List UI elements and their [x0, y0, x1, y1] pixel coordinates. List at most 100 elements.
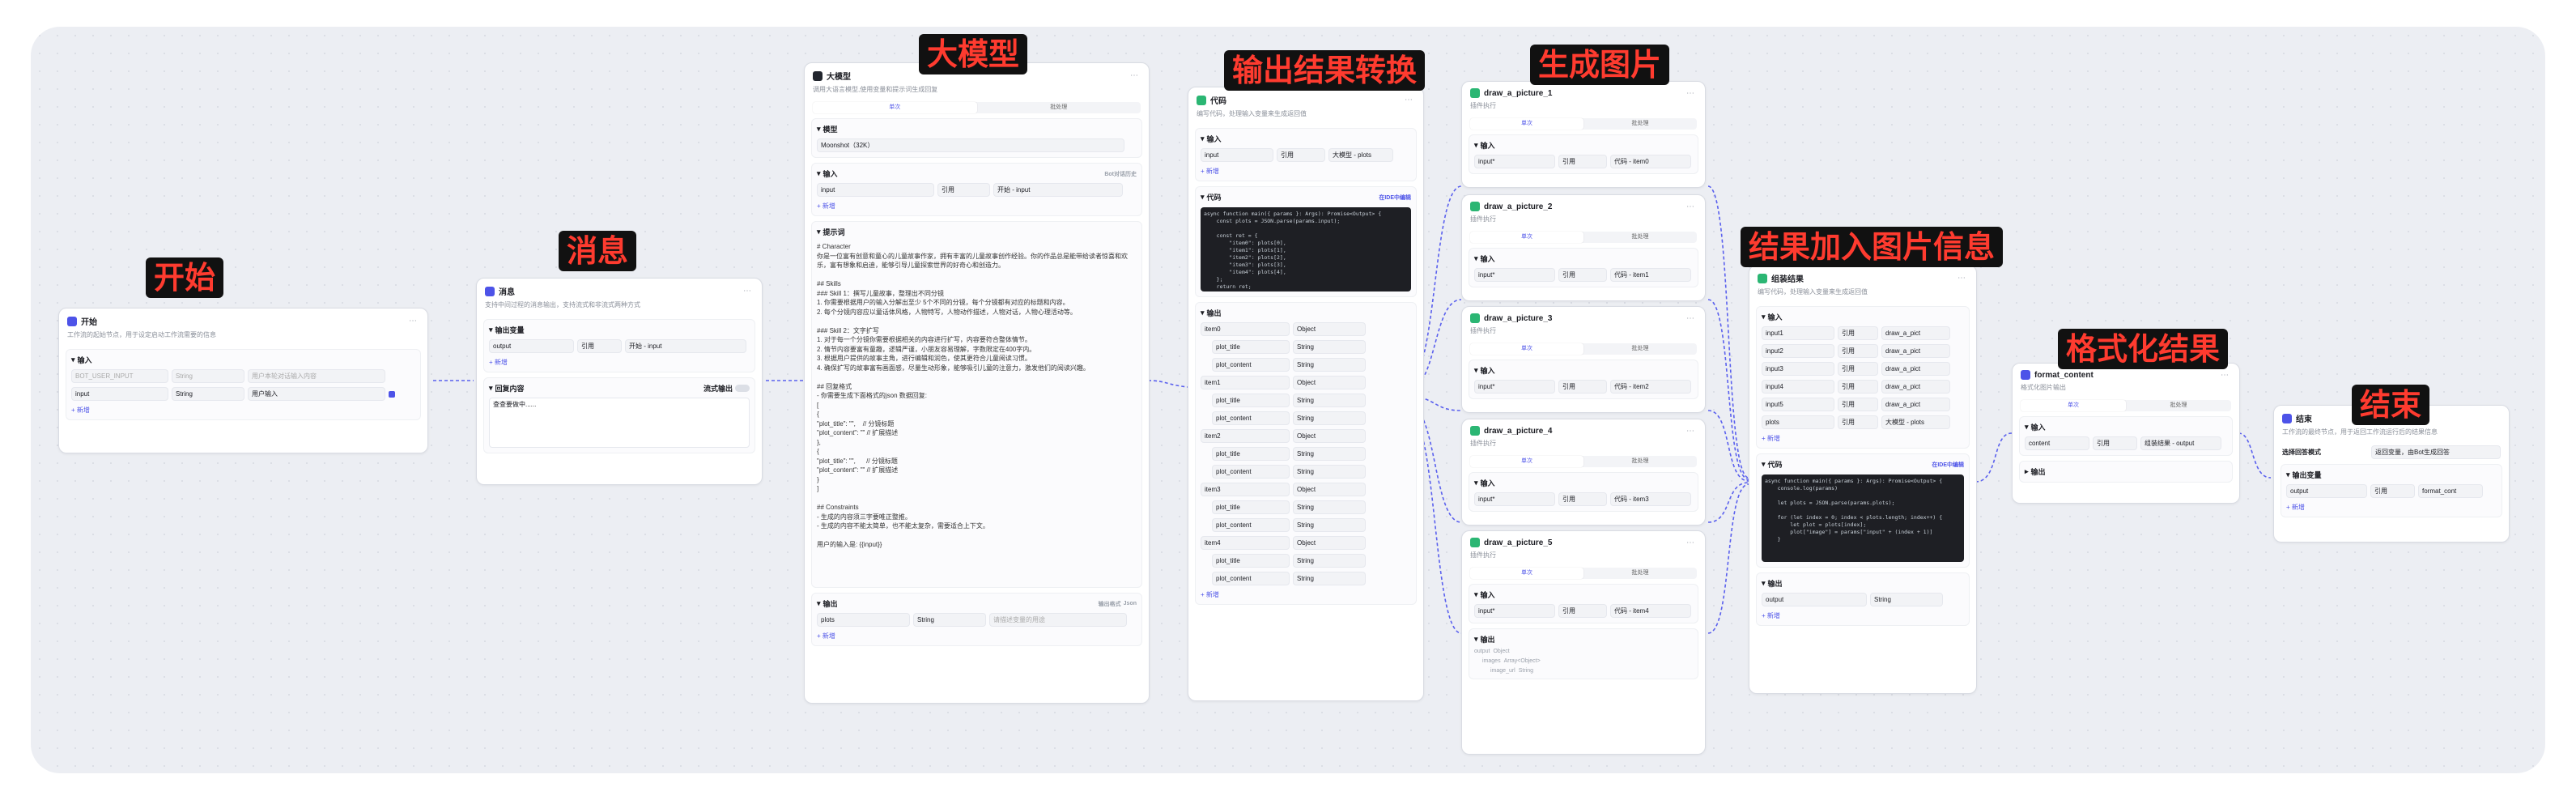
code-editor[interactable]: async function main({ params }: Args): P… — [1201, 207, 1411, 291]
var-name-field[interactable]: output — [2286, 484, 2367, 498]
more-icon[interactable]: ⋯ — [1686, 202, 1697, 211]
var-desc-field[interactable]: 用户输入 — [248, 387, 385, 401]
ref-select[interactable]: 引用 — [1558, 604, 1607, 618]
var-type-select[interactable]: String — [1293, 411, 1366, 425]
tab-batch[interactable]: 批处理 — [1583, 343, 1697, 355]
ref-select[interactable]: 引用 — [1558, 492, 1607, 506]
var-name-field[interactable]: output — [1762, 593, 1867, 606]
add-input-button[interactable]: + 新增 — [1762, 434, 1964, 443]
var-type-select[interactable]: Object — [1293, 536, 1366, 550]
var-name-field[interactable]: input — [817, 183, 934, 197]
more-icon[interactable]: ⋯ — [1958, 274, 1968, 283]
ref-select[interactable]: 引用 — [2370, 484, 2415, 498]
var-type-select[interactable]: Object — [1293, 376, 1366, 389]
tab-batch[interactable]: 批处理 — [977, 102, 1141, 113]
prompt-editor[interactable]: # Character 你是一位富有创意和童心的儿童故事作家，拥有丰富的儿童故事… — [817, 242, 1137, 582]
var-name-field[interactable]: item4 — [1201, 536, 1290, 550]
var-value-select[interactable]: 组装结果 - output — [2140, 436, 2221, 450]
var-desc-field[interactable]: 用户本轮对话输入内容 — [248, 369, 385, 383]
tab-single[interactable]: 单次 — [1470, 343, 1583, 355]
code-editor[interactable]: async function main({ params }: Args): P… — [1762, 474, 1964, 562]
var-value-select[interactable]: 代码 - item1 — [1610, 268, 1691, 282]
var-name-field[interactable]: plot_title — [1212, 500, 1290, 514]
var-name-field[interactable]: item1 — [1201, 376, 1290, 389]
var-name-field[interactable]: input5 — [1762, 398, 1834, 411]
ref-select[interactable]: 引用 — [937, 183, 990, 197]
tab-single[interactable]: 单次 — [813, 102, 977, 113]
var-name-field[interactable]: input3 — [1762, 362, 1834, 376]
var-name-field[interactable]: input* — [1474, 268, 1555, 282]
var-name-field[interactable]: plot_content — [1212, 411, 1290, 425]
stream-toggle[interactable] — [735, 385, 750, 392]
var-name-field[interactable]: plots — [817, 613, 910, 627]
tab-single[interactable]: 单次 — [1470, 568, 1583, 579]
tab-batch[interactable]: 批处理 — [1583, 232, 1697, 243]
var-name-field[interactable]: plot_content — [1212, 358, 1290, 372]
var-value-select[interactable]: 开始 - input — [625, 339, 746, 353]
tab-single[interactable]: 单次 — [1470, 232, 1583, 243]
var-name-field[interactable]: input — [1201, 148, 1273, 162]
add-output-button[interactable]: + 新增 — [489, 358, 750, 367]
var-name-field[interactable]: input* — [1474, 492, 1555, 506]
var-value-select[interactable]: draw_a_pict — [1881, 344, 1950, 358]
var-name-field[interactable]: plot_title — [1212, 554, 1290, 568]
var-name-field[interactable]: input2 — [1762, 344, 1834, 358]
var-name-field[interactable]: plot_content — [1212, 465, 1290, 479]
tab-batch[interactable]: 批处理 — [1583, 118, 1697, 130]
var-value-select[interactable]: 大模型 - plots — [1328, 148, 1393, 162]
var-value-select[interactable]: draw_a_pict — [1881, 398, 1950, 411]
var-type-select[interactable]: String — [1870, 593, 1943, 606]
tab-single[interactable]: 单次 — [1470, 118, 1583, 130]
var-type-select[interactable]: Object — [1293, 483, 1366, 496]
more-icon[interactable]: ⋯ — [2221, 371, 2231, 380]
var-type-select[interactable]: Object — [1293, 322, 1366, 336]
var-type-select[interactable]: Object — [1293, 429, 1366, 443]
var-type-select[interactable]: String — [172, 387, 244, 401]
tab-batch[interactable]: 批处理 — [1583, 568, 1697, 579]
var-name-field[interactable]: plot_title — [1212, 394, 1290, 407]
var-type-select[interactable]: String — [1293, 447, 1366, 461]
var-name-field[interactable]: input — [71, 387, 168, 401]
var-value-select[interactable]: draw_a_pict — [1881, 380, 1950, 394]
add-input-button[interactable]: + 新增 — [71, 406, 415, 415]
llm-node[interactable]: 大模型 ⋯ 调用大语言模型,使用变量和提示词生成回复 单次 批处理 ▾ 模型 Moo… — [804, 62, 1150, 704]
add-output-button[interactable]: + 新增 — [2286, 503, 2497, 512]
var-value-select[interactable]: 代码 - item2 — [1610, 380, 1691, 394]
add-input-button[interactable]: + 新增 — [817, 202, 1137, 211]
format-select[interactable]: Json — [1124, 601, 1137, 606]
gen-picture-node[interactable]: draw_a_picture_4 ⋯ 插件执行 单次 批处理 ▾ 输入 input* 引用 代码… — [1461, 419, 1706, 526]
tab-batch[interactable]: 批处理 — [1583, 456, 1697, 467]
add-output-button[interactable]: + 新增 — [817, 632, 1137, 640]
var-type-select[interactable]: String — [1293, 554, 1366, 568]
format-node[interactable]: format_content ⋯ 格式化图片输出 单次 批处理 ▾ 输入 conte… — [2012, 363, 2240, 504]
var-value-select[interactable]: format_cont — [2418, 484, 2483, 498]
var-name-field[interactable]: plots — [1762, 415, 1834, 429]
answer-mode-select[interactable]: 返回变量，由Bot生成回答 — [2371, 445, 2501, 459]
merge-code-node[interactable]: 组装结果 ⋯ 编写代码，处理输入变量来生成返回值 ▾ 输入 input1 引用 dra… — [1749, 265, 1977, 694]
more-icon[interactable]: ⋯ — [1686, 89, 1697, 98]
ref-select[interactable]: 引用 — [1277, 148, 1325, 162]
var-name-field[interactable]: plot_title — [1212, 447, 1290, 461]
var-type-select[interactable]: String — [1293, 465, 1366, 479]
var-type-select[interactable]: String — [1293, 394, 1366, 407]
var-value-select[interactable]: 开始 - input — [993, 183, 1123, 197]
gen-picture-node[interactable]: draw_a_picture_1 ⋯ 插件执行 单次 批处理 ▾ 输入 input* 引用 代码… — [1461, 81, 1706, 188]
content-textarea[interactable]: 查查要做中...... — [489, 398, 750, 448]
add-output-button[interactable]: + 新增 — [1762, 611, 1964, 620]
gen-picture-node[interactable]: draw_a_picture_5 ⋯ 插件执行 单次 批处理 ▾ 输入 input* 引用 代码… — [1461, 530, 1706, 755]
more-icon[interactable]: ⋯ — [1405, 96, 1415, 104]
ide-edit-link[interactable]: 在IDE中编辑 — [1379, 194, 1411, 202]
var-type-select[interactable]: String — [1293, 358, 1366, 372]
start-node[interactable]: 开始 ⋯ 工作流的起始节点，用于设定启动工作流需要的信息 ▾ 输入 BOT_USER… — [58, 308, 428, 453]
var-type-select[interactable]: String — [913, 613, 986, 627]
ref-select[interactable]: 引用 — [1838, 326, 1878, 340]
var-name-field[interactable]: output — [489, 339, 574, 353]
ref-select[interactable]: 引用 — [2093, 436, 2137, 450]
more-icon[interactable]: ⋯ — [1686, 314, 1697, 323]
gen-picture-node[interactable]: draw_a_picture_2 ⋯ 插件执行 单次 批处理 ▾ 输入 input* 引用 代码… — [1461, 194, 1706, 301]
var-name-field[interactable]: plot_content — [1212, 572, 1290, 585]
convert-code-node[interactable]: 代码 ⋯ 编写代码，处理输入变量来生成返回值 ▾ 输入 input 引用 大模型 - … — [1188, 87, 1424, 701]
ref-select[interactable]: 引用 — [1558, 268, 1607, 282]
var-value-select[interactable]: 代码 - item3 — [1610, 492, 1691, 506]
var-name-field[interactable]: plot_title — [1212, 340, 1290, 354]
